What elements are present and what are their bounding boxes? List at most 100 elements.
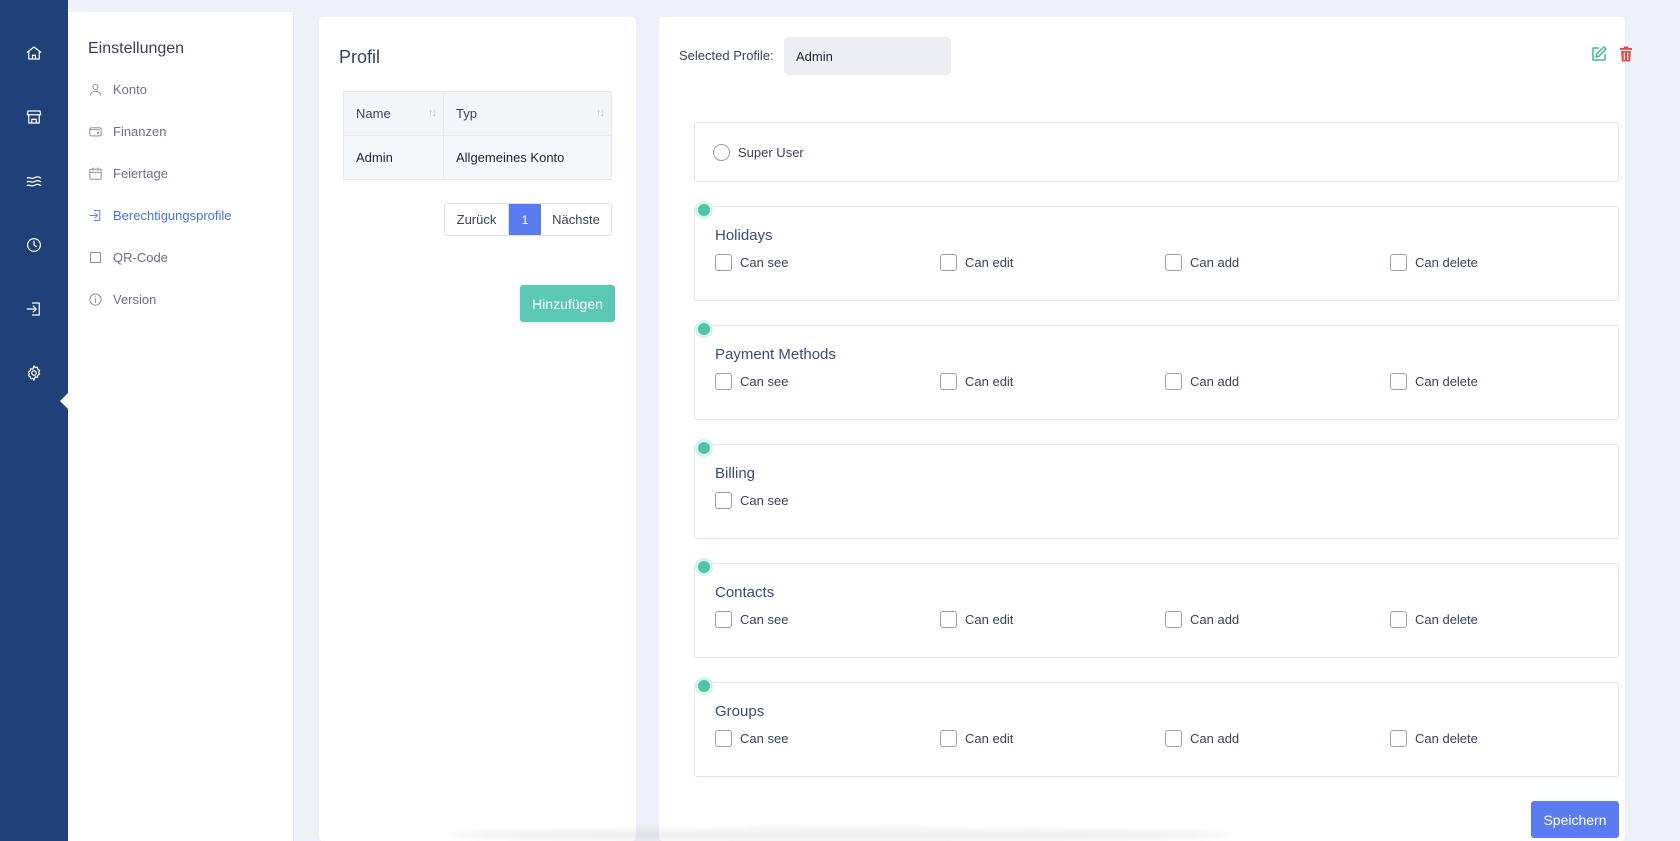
permission-group-payment-methods: Payment Methods Can see Can edit Can add… [694,323,1619,420]
calendar-icon [89,166,102,180]
menu-item-finanzen[interactable]: Finanzen [88,119,166,143]
gear-icon[interactable] [21,360,47,386]
sort-icon[interactable]: ↑↓ [596,107,605,119]
menu-item-version[interactable]: Version [88,287,156,311]
checkbox[interactable] [1390,254,1407,271]
sort-icon[interactable]: ↑↓ [428,107,437,119]
checkbox[interactable] [940,254,957,271]
checkbox-can-add[interactable]: Can add [1165,254,1239,271]
checkbox[interactable] [1390,730,1407,747]
checkbox-can-see[interactable]: Can see [715,611,788,628]
superuser-radio[interactable] [713,144,730,161]
checkbox-can-add[interactable]: Can add [1165,730,1239,747]
permission-group-title: Payment Methods [715,346,836,363]
checkbox-can-add[interactable]: Can add [1165,373,1239,390]
settings-menu: Einstellungen Konto Finanzen Feiertage B… [68,12,294,841]
permission-group-title: Contacts [715,584,775,601]
menu-item-label: Version [113,291,157,307]
next-page-button[interactable]: Nächste [541,204,611,235]
trash-icon[interactable] [1617,45,1635,63]
checkbox-can-see[interactable]: Can see [715,492,788,509]
column-header-typ[interactable]: Typ ↑↓ [443,91,612,136]
login-icon [89,209,101,221]
store-icon[interactable] [21,104,47,130]
checkbox-can-edit[interactable]: Can edit [940,373,1013,390]
checkbox-can-see[interactable]: Can see [715,373,788,390]
checkbox[interactable] [940,373,957,390]
scroll-shadow [450,828,1230,841]
checkbox[interactable] [715,611,732,628]
profile-table: Name ↑↓ Typ ↑↓ Admin Allgemeines Konto [343,91,612,180]
icon-rail [0,0,69,841]
menu-item-konto[interactable]: Konto [88,77,147,101]
superuser-label: Super User [738,145,804,160]
menu-item-feiertage[interactable]: Feiertage [88,161,168,185]
permission-group-title: Billing [715,465,756,482]
checkbox-can-edit[interactable]: Can edit [940,611,1013,628]
settings-title: Einstellungen [88,40,185,57]
permission-group-billing: Billing Can see [694,442,1619,539]
menu-item-label: QR-Code [113,249,168,265]
table-row[interactable]: Admin Allgemeines Konto [343,135,612,180]
checkbox[interactable] [1390,373,1407,390]
checkbox-can-add[interactable]: Can add [1165,611,1239,628]
checkbox[interactable] [940,730,957,747]
checkbox[interactable] [715,254,732,271]
home-icon[interactable] [21,40,47,66]
permission-group-groups: Groups Can see Can edit Can add Can dele… [694,680,1619,777]
checkbox[interactable] [1165,254,1182,271]
menu-item-label: Finanzen [113,123,167,139]
checkbox[interactable] [940,611,957,628]
checkbox-can-edit[interactable]: Can edit [940,730,1013,747]
login-icon[interactable] [21,296,47,322]
info-icon [89,292,102,306]
menu-item-label: Berechtigungsprofile [113,207,232,223]
group-indicator-dot [698,442,710,454]
checkbox-can-delete[interactable]: Can delete [1390,373,1478,390]
menu-item-label: Konto [113,81,147,97]
checkbox-can-delete[interactable]: Can delete [1390,254,1478,271]
permission-group-holidays: Holidays Can see Can edit Can add Can de… [694,204,1619,301]
selected-profile-label: Selected Profile: [679,48,774,63]
group-indicator-dot [698,561,710,573]
permission-group-title: Groups [715,703,765,720]
checkbox-can-see[interactable]: Can see [715,254,788,271]
group-indicator-dot [698,204,710,216]
table-cell: Admin [343,135,444,180]
checkbox[interactable] [1165,730,1182,747]
waves-icon[interactable] [21,168,47,194]
checkbox-can-delete[interactable]: Can delete [1390,730,1478,747]
group-indicator-dot [698,680,710,692]
table-cell: Allgemeines Konto [443,135,612,180]
checkbox[interactable] [715,730,732,747]
checkbox[interactable] [1390,611,1407,628]
superuser-option: Super User [694,122,1619,182]
menu-item-qr-code[interactable]: QR-Code [88,245,168,269]
menu-item-berechtigungsprofile[interactable]: Berechtigungsprofile [88,203,232,227]
add-profile-button[interactable]: Hinzufügen [520,285,615,322]
checkbox-can-edit[interactable]: Can edit [940,254,1013,271]
menu-item-label: Feiertage [113,165,168,181]
checkbox-can-see[interactable]: Can see [715,730,788,747]
checkbox[interactable] [715,373,732,390]
checkbox[interactable] [1165,373,1182,390]
square-icon [90,251,101,263]
checkbox[interactable] [715,492,732,509]
save-button[interactable]: Speichern [1531,801,1619,838]
user-icon [90,83,101,96]
clock-icon[interactable] [21,232,47,258]
column-header-name[interactable]: Name ↑↓ [343,91,444,136]
selected-profile-field[interactable] [784,37,951,75]
wallet-icon [89,126,102,136]
checkbox[interactable] [1165,611,1182,628]
permission-group-title: Holidays [715,227,773,244]
checkbox-can-delete[interactable]: Can delete [1390,611,1478,628]
group-indicator-dot [698,323,710,335]
page-number-button[interactable]: 1 [509,204,541,235]
profile-panel: Profil Name ↑↓ Typ ↑↓ Admin Allgemeines … [319,17,636,841]
profile-title: Profil [339,47,381,67]
permissions-panel: Selected Profile: Super User Holidays Ca… [659,17,1632,841]
prev-page-button[interactable]: Zurück [445,204,509,235]
edit-icon[interactable] [1590,45,1608,63]
permission-group-contacts: Contacts Can see Can edit Can add Can de… [694,561,1619,658]
